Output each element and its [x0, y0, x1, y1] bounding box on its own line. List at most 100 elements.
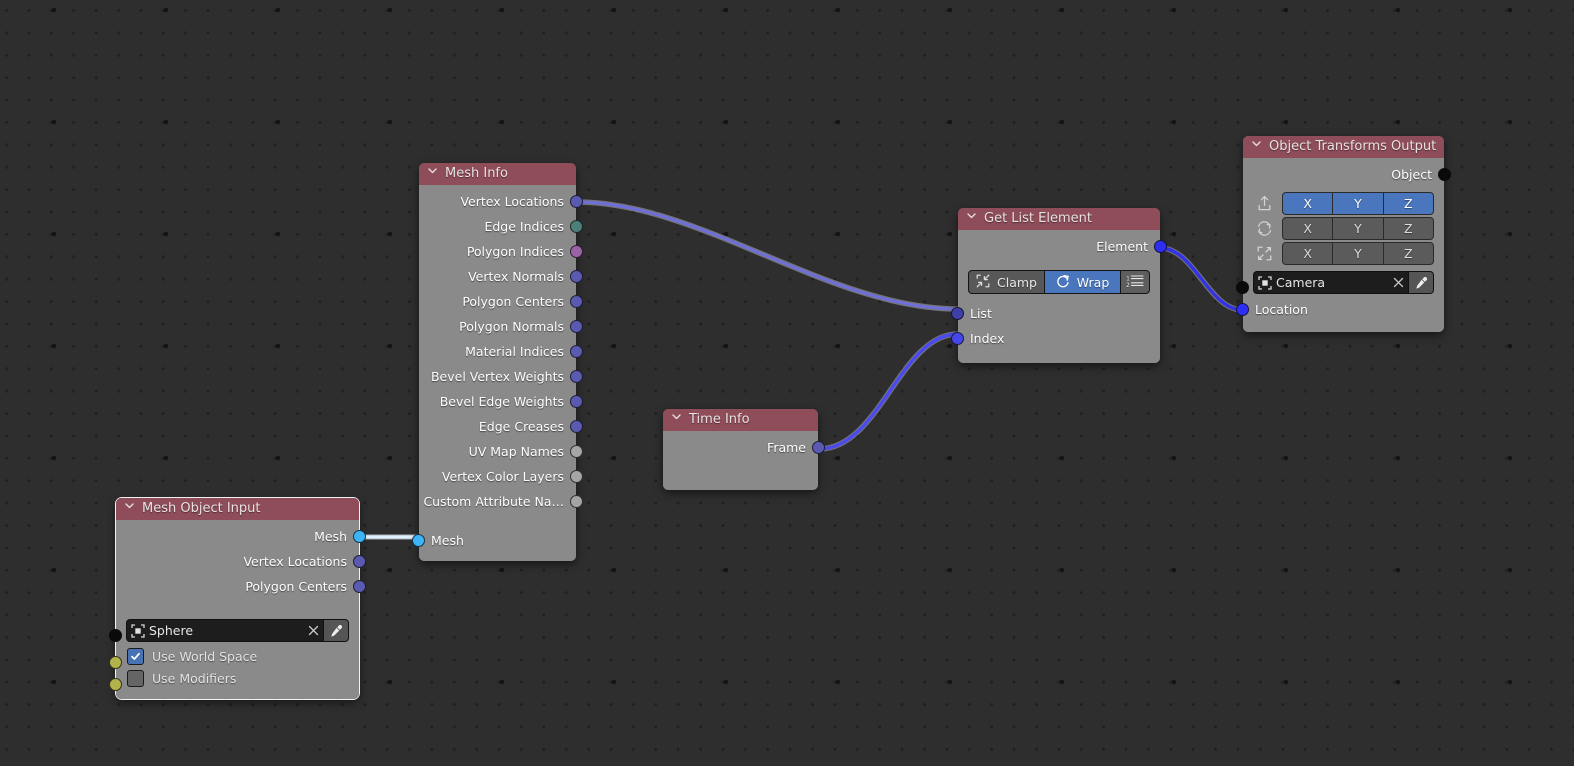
scale-axis-x[interactable]: X — [1283, 243, 1333, 264]
socket-element[interactable] — [1154, 240, 1167, 253]
socket-object-input[interactable] — [109, 629, 122, 642]
socket-custom-attribute-names[interactable] — [570, 495, 583, 508]
socket-frame[interactable] — [812, 441, 825, 454]
socket-object-output[interactable] — [1438, 168, 1451, 181]
node-header-mesh-info[interactable]: Mesh Info — [419, 163, 576, 185]
socket-bevel-edge-weights[interactable] — [570, 395, 583, 408]
socket-row-output[interactable]: Vertex Locations — [116, 549, 366, 574]
socket-row-output[interactable]: Polygon Centers — [419, 289, 583, 314]
rotate-axis-z[interactable]: Z — [1383, 218, 1433, 239]
checkbox-box-checked[interactable] — [127, 647, 144, 665]
toggle-clamp[interactable]: Clamp — [969, 271, 1044, 293]
toggle-wrap[interactable]: Wrap — [1045, 271, 1120, 293]
collapse-chevron-icon[interactable] — [671, 411, 684, 422]
use-world-space-row[interactable]: Use World Space — [109, 645, 359, 669]
eyedropper-icon[interactable] — [1408, 272, 1433, 293]
transform-row-scale[interactable]: X Y Z — [1253, 242, 1434, 265]
node-mesh-object-input[interactable]: Mesh Object Input Mesh Vertex Locations … — [109, 497, 366, 700]
socket-index[interactable] — [951, 332, 964, 345]
socket-vertex-color-layers[interactable] — [570, 470, 583, 483]
object-field-camera[interactable]: Camera — [1253, 271, 1434, 294]
socket-object-input[interactable] — [1236, 281, 1249, 294]
clear-icon[interactable] — [1388, 277, 1408, 288]
socket-row-output[interactable]: Element — [958, 234, 1167, 259]
collapse-chevron-icon[interactable] — [427, 165, 440, 176]
object-field-wrap: Sphere — [116, 616, 359, 645]
scale-axis-y[interactable]: Y — [1333, 243, 1383, 264]
socket-location[interactable] — [1236, 303, 1249, 316]
node-header-time-info[interactable]: Time Info — [663, 409, 818, 431]
checkbox-box-unchecked[interactable] — [127, 669, 144, 687]
socket-vertex-normals[interactable] — [570, 270, 583, 283]
socket-bevel-vertex-weights[interactable] — [570, 370, 583, 383]
use-modifiers-row[interactable]: Use Modifiers — [109, 667, 359, 691]
socket-row-input[interactable]: Location — [1236, 297, 1444, 322]
socket-row-input[interactable]: Index — [951, 326, 1160, 351]
socket-polygon-indices[interactable] — [570, 245, 583, 258]
rotate-axis-buttons[interactable]: X Y Z — [1282, 217, 1434, 240]
node-mesh-info[interactable]: Mesh Info Vertex Locations Edge Indices … — [412, 163, 583, 561]
socket-polygon-normals[interactable] — [570, 320, 583, 333]
toggle-list-mode[interactable]: 1 2 — [1121, 271, 1149, 293]
socket-vertex-locations[interactable] — [570, 195, 583, 208]
transform-row-rotate[interactable]: X Y Z — [1253, 217, 1434, 240]
rotate-axis-y[interactable]: Y — [1333, 218, 1383, 239]
socket-material-indices[interactable] — [570, 345, 583, 358]
socket-row-output[interactable]: Material Indices — [419, 339, 583, 364]
socket-row-output[interactable]: Polygon Centers — [116, 574, 366, 599]
socket-uv-map-names[interactable] — [570, 445, 583, 458]
scale-axis-z[interactable]: Z — [1383, 243, 1433, 264]
move-axis-y[interactable]: Y — [1333, 193, 1383, 214]
object-field-row[interactable]: Sphere — [109, 616, 359, 645]
node-editor-canvas[interactable]: Mesh Info Vertex Locations Edge Indices … — [0, 0, 1574, 766]
clamp-wrap-toggle-strip[interactable]: Clamp Wrap 1 2 — [968, 270, 1150, 294]
node-header-get-list-element[interactable]: Get List Element — [958, 208, 1160, 230]
socket-row-output[interactable]: Mesh — [116, 524, 366, 549]
socket-row-output[interactable]: Edge Creases — [419, 414, 583, 439]
socket-row-output[interactable]: Polygon Normals — [419, 314, 583, 339]
node-header-mesh-object-input[interactable]: Mesh Object Input — [116, 498, 359, 520]
socket-row-output[interactable]: Vertex Color Layers — [419, 464, 583, 489]
socket-polygon-centers[interactable] — [570, 295, 583, 308]
checkbox-use-world-space[interactable]: Use World Space — [116, 645, 359, 667]
scale-axis-buttons[interactable]: X Y Z — [1282, 242, 1434, 265]
socket-row-input[interactable]: Mesh — [412, 528, 576, 553]
collapse-chevron-icon[interactable] — [124, 500, 137, 511]
node-header-object-transforms-output[interactable]: Object Transforms Output — [1243, 136, 1444, 158]
node-get-list-element[interactable]: Get List Element Element Clamp Wrap 1 2 … — [951, 208, 1167, 363]
socket-mesh-output[interactable] — [353, 530, 366, 543]
move-axis-x[interactable]: X — [1283, 193, 1333, 214]
move-axis-buttons[interactable]: X Y Z — [1282, 192, 1434, 215]
socket-row-output[interactable]: Edge Indices — [419, 214, 583, 239]
socket-list[interactable] — [951, 307, 964, 320]
socket-row-output[interactable]: Frame — [663, 435, 825, 460]
socket-polygon-centers-output[interactable] — [353, 580, 366, 593]
socket-vertex-locations-output[interactable] — [353, 555, 366, 568]
rotate-axis-x[interactable]: X — [1283, 218, 1333, 239]
socket-row-output[interactable]: Bevel Vertex Weights — [419, 364, 583, 389]
collapse-chevron-icon[interactable] — [1251, 138, 1264, 149]
eyedropper-icon[interactable] — [323, 620, 348, 641]
collapse-chevron-icon[interactable] — [966, 210, 979, 221]
socket-edge-indices[interactable] — [570, 220, 583, 233]
socket-use-modifiers[interactable] — [109, 678, 122, 691]
socket-mesh-input[interactable] — [412, 534, 425, 547]
socket-row-output[interactable]: Object — [1243, 162, 1451, 187]
socket-row-input[interactable]: List — [951, 301, 1160, 326]
socket-row-output[interactable]: Vertex Normals — [419, 264, 583, 289]
socket-row-output[interactable]: UV Map Names — [419, 439, 583, 464]
socket-row-output[interactable]: Polygon Indices — [419, 239, 583, 264]
socket-row-output[interactable]: Bevel Edge Weights — [419, 389, 583, 414]
socket-row-output[interactable]: Vertex Locations — [419, 189, 583, 214]
socket-row-output[interactable]: Custom Attribute Na… — [419, 489, 583, 514]
transform-row-move[interactable]: X Y Z — [1253, 192, 1434, 215]
node-time-info[interactable]: Time Info Frame — [663, 409, 825, 490]
socket-edge-creases[interactable] — [570, 420, 583, 433]
object-field-row[interactable]: Camera — [1236, 268, 1444, 297]
clear-icon[interactable] — [303, 625, 323, 636]
checkbox-use-modifiers[interactable]: Use Modifiers — [116, 667, 359, 689]
object-field-sphere[interactable]: Sphere — [126, 619, 349, 642]
node-object-transforms-output[interactable]: Object Transforms Output Object X Y Z X … — [1236, 136, 1451, 332]
move-axis-z[interactable]: Z — [1383, 193, 1433, 214]
